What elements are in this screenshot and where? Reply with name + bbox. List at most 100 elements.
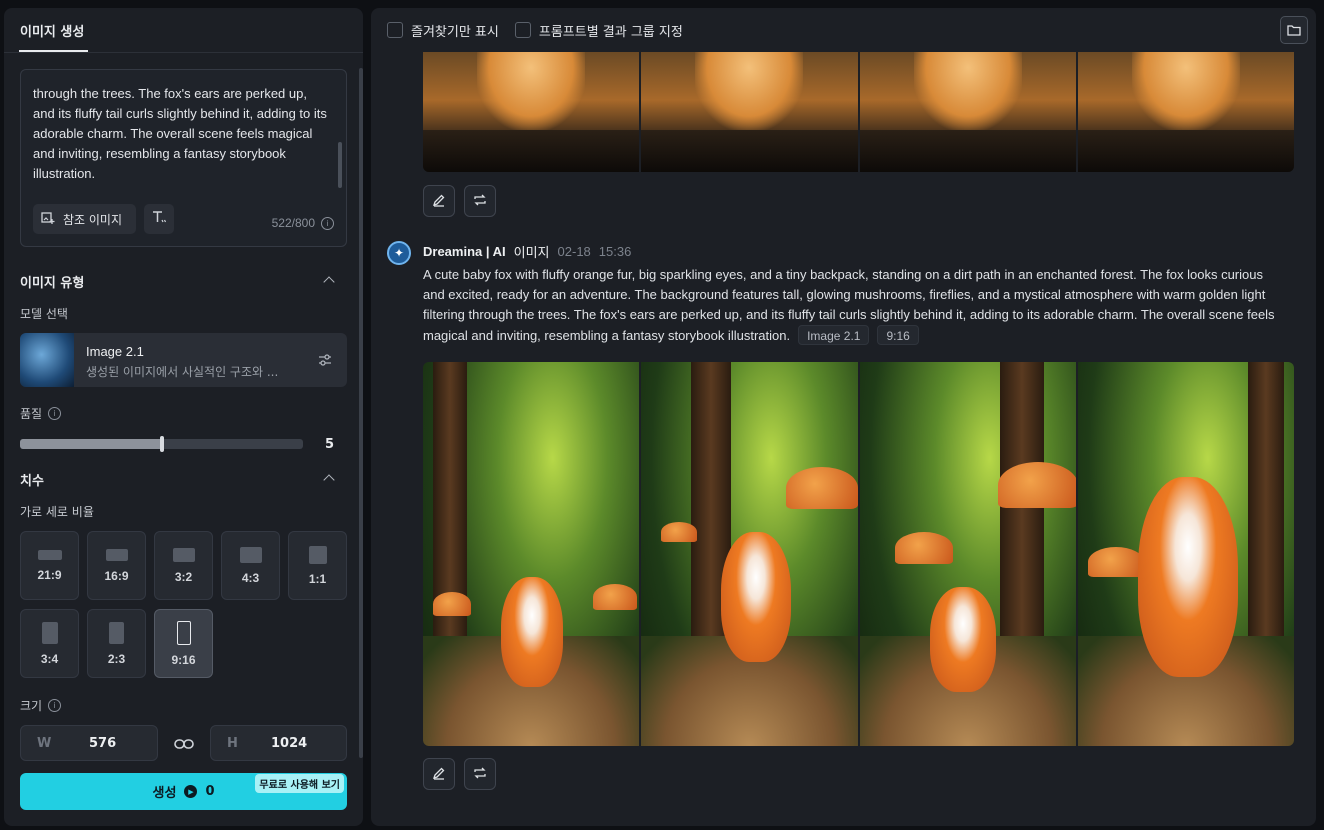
generate-credits: 0 (205, 784, 215, 799)
repeat-icon (473, 192, 487, 211)
results-toolbar: 즐겨찾기만 표시 프롬프트별 결과 그룹 지정 (371, 8, 1316, 52)
fox (1137, 477, 1238, 677)
entry-time: 15:36 (598, 244, 632, 259)
entry-kind: 이미지 (513, 245, 550, 260)
ratio-16-9[interactable]: 16:9 (87, 531, 146, 600)
prompt-text[interactable]: through the trees. The fox's ears are pe… (33, 84, 331, 184)
ratio-label: 3:2 (174, 569, 193, 584)
ratio-1-1[interactable]: 1:1 (288, 531, 347, 600)
prompt-input[interactable]: through the trees. The fox's ears are pe… (20, 69, 347, 247)
mushroom (433, 592, 471, 616)
quality-text: 품질 (20, 407, 43, 421)
fox (721, 532, 792, 662)
text-format-icon (151, 209, 167, 229)
aspect-ratio-text: 가로 세로 비율 (20, 505, 94, 519)
repeat-icon (473, 765, 487, 784)
checkbox-box[interactable] (514, 22, 531, 38)
sidebar-scrollbar[interactable] (359, 68, 363, 758)
chevron-up-icon[interactable] (323, 474, 335, 486)
result-image[interactable] (1077, 52, 1294, 172)
ratio-label: 1:1 (308, 571, 327, 586)
entry-meta: Dreamina | AI 이미지 02-18 15:36 (423, 242, 631, 261)
quality-slider-handle[interactable] (159, 436, 164, 452)
mushroom (661, 522, 698, 542)
tab-bar: 이미지 생성 (4, 8, 363, 53)
edit-button[interactable] (423, 185, 455, 217)
model-name: Image 2.1 (86, 344, 144, 359)
ratio-21-9[interactable]: 21:9 (20, 531, 79, 600)
quality-value: 5 (325, 437, 335, 452)
ratio-4-3[interactable]: 4:3 (221, 531, 280, 600)
folder-button[interactable] (1280, 16, 1308, 44)
result-image[interactable] (423, 52, 640, 172)
image-type-heading: 이미지 유형 (20, 276, 85, 291)
result-image[interactable] (423, 362, 640, 746)
results-panel: 즐겨찾기만 표시 프롬프트별 결과 그룹 지정 ✦ Dreamina | AI … (371, 8, 1316, 826)
ratio-label: 21:9 (37, 567, 62, 582)
info-icon[interactable]: i (321, 216, 334, 230)
prompt-scrollbar[interactable] (338, 142, 342, 188)
ratio-shape-icon (37, 549, 62, 560)
model-description: 생성된 이미지에서 사실적인 구조와 ... (86, 365, 279, 379)
ratio-9-16[interactable]: 9:16 (154, 609, 213, 678)
favorites-only-label: 즐겨찾기만 표시 (411, 24, 499, 40)
group-by-prompt-checkbox[interactable]: 프롬프트별 결과 그룹 지정 (514, 21, 683, 40)
height-key: H (227, 736, 238, 751)
reference-image-button[interactable]: 참조 이미지 (33, 204, 136, 234)
info-icon[interactable]: i (48, 699, 62, 712)
ratio-3-2[interactable]: 3:2 (154, 531, 213, 600)
settings-sliders-icon[interactable] (317, 352, 333, 372)
mushroom (786, 467, 858, 509)
link-icon[interactable] (174, 736, 194, 755)
dimensions-heading: 치수 (20, 474, 44, 489)
ratio-shape-icon (176, 620, 191, 645)
width-value[interactable]: 576 (89, 736, 116, 751)
result-image[interactable] (859, 362, 1076, 746)
model-tag: Image 2.1 (798, 325, 870, 345)
generate-button[interactable]: 생성 ▶ 0 무료로 사용해 보기 (20, 773, 347, 810)
fox (929, 587, 996, 692)
previous-result-actions (423, 185, 496, 217)
model-select-card[interactable]: Image 2.1 생성된 이미지에서 사실적인 구조와 ... (20, 333, 347, 387)
result-image[interactable] (641, 52, 858, 172)
model-select-text: 모델 선택 (20, 307, 68, 321)
model-select-label: 모델 선택 (20, 305, 68, 322)
ratio-shape-icon (239, 546, 262, 563)
ratio-label: 9:16 (171, 652, 196, 667)
quality-slider[interactable] (20, 436, 303, 452)
mushroom (1087, 547, 1144, 577)
tab-image-generation[interactable]: 이미지 생성 (20, 21, 84, 40)
regenerate-button[interactable] (464, 185, 496, 217)
height-field[interactable]: H 1024 (210, 725, 347, 761)
regenerate-button[interactable] (464, 758, 496, 790)
result-image[interactable] (641, 362, 858, 746)
ratio-3-4[interactable]: 3:4 (20, 609, 79, 678)
ratio-label: 3:4 (40, 651, 59, 666)
width-key: W (37, 736, 52, 751)
tree-trunk (1247, 362, 1284, 642)
chevron-up-icon[interactable] (323, 276, 335, 288)
info-icon[interactable]: i (48, 407, 62, 420)
ratio-label: 4:3 (241, 570, 260, 585)
result-image[interactable] (1077, 362, 1294, 746)
ratio-shape-icon (41, 621, 58, 644)
ratio-2-3[interactable]: 2:3 (87, 609, 146, 678)
checkbox-box[interactable] (387, 22, 403, 38)
ratio-shape-icon (172, 547, 195, 562)
ratio-tag: 9:16 (877, 325, 919, 345)
dreamina-avatar-icon: ✦ (387, 241, 411, 265)
width-field[interactable]: W 576 (20, 725, 158, 761)
edit-button[interactable] (423, 758, 455, 790)
text-format-button[interactable] (144, 204, 174, 234)
result-image[interactable] (859, 52, 1077, 172)
size-label: 크기 i (20, 697, 62, 714)
mushroom (997, 462, 1076, 508)
generate-label: 생성 (152, 786, 177, 801)
entry-date: 02-18 (557, 244, 591, 259)
size-text: 크기 (20, 699, 43, 713)
height-value[interactable]: 1024 (271, 736, 307, 751)
ratio-label: 16:9 (104, 568, 129, 583)
left-panel: 이미지 생성 through the trees. The fox's ears… (4, 8, 363, 826)
pencil-icon (432, 192, 446, 211)
favorites-only-checkbox[interactable]: 즐겨찾기만 표시 (387, 21, 499, 40)
